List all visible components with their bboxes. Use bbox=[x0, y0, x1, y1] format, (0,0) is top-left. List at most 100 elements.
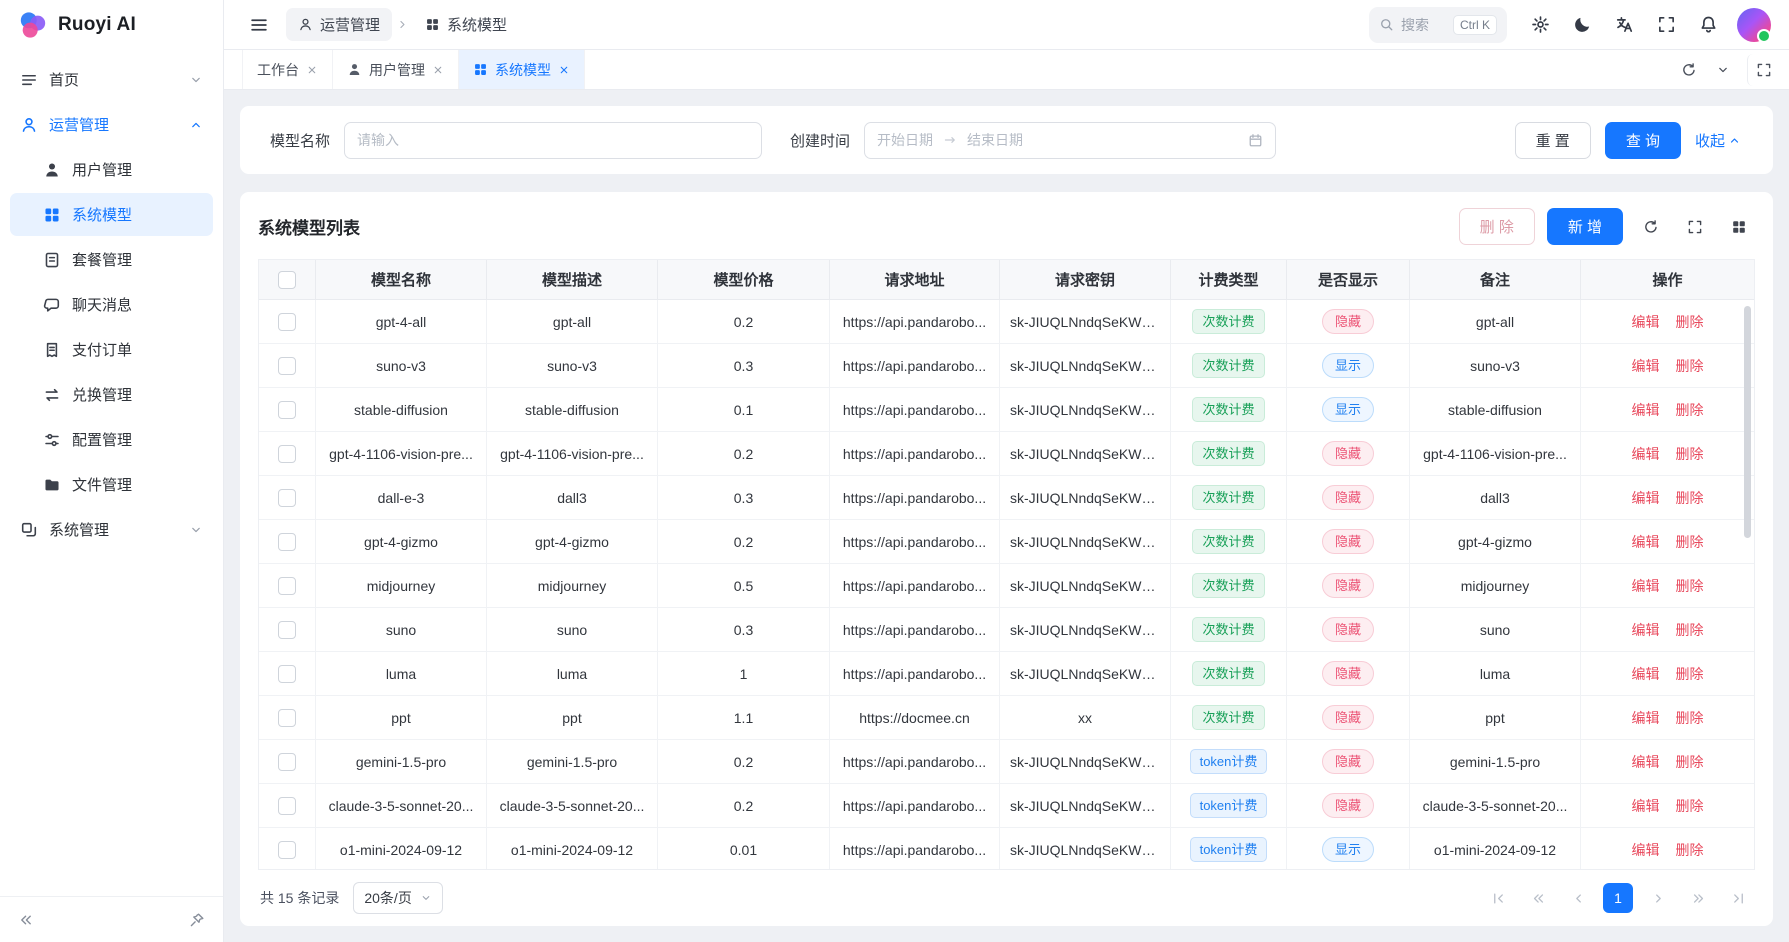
row-checkbox[interactable] bbox=[278, 357, 296, 375]
delete-link[interactable]: 删除 bbox=[1676, 666, 1704, 682]
delete-link[interactable]: 删除 bbox=[1676, 578, 1704, 594]
delete-link[interactable]: 删除 bbox=[1676, 358, 1704, 374]
edit-link[interactable]: 编辑 bbox=[1632, 842, 1660, 858]
global-search[interactable]: 搜索 Ctrl K bbox=[1369, 7, 1507, 43]
table-scrollbar[interactable] bbox=[1744, 306, 1751, 538]
sidebar-item-home[interactable]: 首页 bbox=[10, 58, 213, 101]
tab-user-management[interactable]: 用户管理 bbox=[333, 50, 459, 89]
current-page-button[interactable]: 1 bbox=[1603, 883, 1633, 913]
sidebar-toggle-button[interactable] bbox=[242, 8, 276, 42]
chevron-down-icon bbox=[1716, 63, 1730, 77]
delete-link[interactable]: 删除 bbox=[1676, 842, 1704, 858]
column-settings-button[interactable] bbox=[1723, 211, 1755, 243]
sidebar-item-redeem-management[interactable]: 兑换管理 bbox=[10, 373, 213, 416]
row-checkbox[interactable] bbox=[278, 577, 296, 595]
add-button[interactable]: 新 增 bbox=[1547, 208, 1623, 245]
breadcrumb-item-system-model[interactable]: 系统模型 bbox=[413, 8, 519, 41]
tab-close-icon[interactable] bbox=[558, 64, 570, 76]
tab-workbench[interactable]: 工作台 bbox=[242, 50, 333, 89]
notifications-button[interactable] bbox=[1691, 8, 1725, 42]
sidebar-item-system-management[interactable]: 系统管理 bbox=[10, 508, 213, 551]
sidebar-item-config-management[interactable]: 配置管理 bbox=[10, 418, 213, 461]
user-avatar[interactable] bbox=[1737, 8, 1771, 42]
edit-link[interactable]: 编辑 bbox=[1632, 490, 1660, 506]
package-icon bbox=[43, 251, 61, 269]
content-fullscreen-button[interactable] bbox=[1747, 54, 1779, 86]
brand[interactable]: Ruoyi AI bbox=[0, 0, 223, 50]
edit-link[interactable]: 编辑 bbox=[1632, 402, 1660, 418]
sidebar-item-package-management[interactable]: 套餐管理 bbox=[10, 238, 213, 281]
jump-forward-button[interactable] bbox=[1683, 883, 1713, 913]
delete-link[interactable]: 删除 bbox=[1676, 710, 1704, 726]
date-range-picker[interactable]: 开始日期 结束日期 bbox=[864, 122, 1276, 159]
row-checkbox[interactable] bbox=[278, 445, 296, 463]
row-checkbox[interactable] bbox=[278, 489, 296, 507]
edit-link[interactable]: 编辑 bbox=[1632, 798, 1660, 814]
row-actions-cell: 编辑删除 bbox=[1581, 652, 1754, 696]
sidebar-item-chat-messages[interactable]: 聊天消息 bbox=[10, 283, 213, 326]
row-checkbox[interactable] bbox=[278, 709, 296, 727]
billing-type-tag: 次数计费 bbox=[1192, 485, 1264, 510]
theme-toggle-button[interactable] bbox=[1565, 8, 1599, 42]
delete-link[interactable]: 删除 bbox=[1676, 490, 1704, 506]
row-checkbox[interactable] bbox=[278, 313, 296, 331]
collapse-sidebar-button[interactable] bbox=[12, 906, 40, 934]
column-header: 是否显示 bbox=[1287, 260, 1410, 300]
row-checkbox[interactable] bbox=[278, 665, 296, 683]
select-all-checkbox[interactable] bbox=[278, 271, 296, 289]
delete-link[interactable]: 删除 bbox=[1676, 754, 1704, 770]
tab-close-icon[interactable] bbox=[432, 64, 444, 76]
visibility-cell: 显示 bbox=[1287, 388, 1410, 432]
first-page-button[interactable] bbox=[1483, 883, 1513, 913]
delete-link[interactable]: 删除 bbox=[1676, 622, 1704, 638]
sidebar-item-system-model[interactable]: 系统模型 bbox=[10, 193, 213, 236]
model-name-input[interactable] bbox=[344, 122, 762, 159]
delete-link[interactable]: 删除 bbox=[1676, 534, 1704, 550]
model-name-cell: suno-v3 bbox=[316, 344, 487, 388]
next-page-button[interactable] bbox=[1643, 883, 1673, 913]
prev-page-button[interactable] bbox=[1563, 883, 1593, 913]
delete-link[interactable]: 删除 bbox=[1676, 314, 1704, 330]
row-checkbox[interactable] bbox=[278, 533, 296, 551]
delete-link[interactable]: 删除 bbox=[1676, 446, 1704, 462]
delete-link[interactable]: 删除 bbox=[1676, 798, 1704, 814]
edit-link[interactable]: 编辑 bbox=[1632, 666, 1660, 682]
row-select-cell bbox=[259, 828, 316, 870]
sidebar-item-file-management[interactable]: 文件管理 bbox=[10, 463, 213, 506]
row-checkbox[interactable] bbox=[278, 401, 296, 419]
edit-link[interactable]: 编辑 bbox=[1632, 358, 1660, 374]
reset-button[interactable]: 重 置 bbox=[1515, 122, 1591, 159]
edit-link[interactable]: 编辑 bbox=[1632, 446, 1660, 462]
settings-button[interactable] bbox=[1523, 8, 1557, 42]
tab-system-model[interactable]: 系统模型 bbox=[459, 50, 585, 89]
edit-link[interactable]: 编辑 bbox=[1632, 534, 1660, 550]
row-checkbox[interactable] bbox=[278, 621, 296, 639]
tab-close-icon[interactable] bbox=[306, 64, 318, 76]
row-checkbox[interactable] bbox=[278, 797, 296, 815]
row-checkbox[interactable] bbox=[278, 841, 296, 859]
edit-link[interactable]: 编辑 bbox=[1632, 578, 1660, 594]
sidebar-item-payment-orders[interactable]: 支付订单 bbox=[10, 328, 213, 371]
query-button[interactable]: 查 询 bbox=[1605, 122, 1681, 159]
breadcrumb-item-operations[interactable]: 运营管理 bbox=[286, 8, 392, 41]
edit-link[interactable]: 编辑 bbox=[1632, 710, 1660, 726]
sidebar-item-user-management[interactable]: 用户管理 bbox=[10, 148, 213, 191]
language-button[interactable] bbox=[1607, 8, 1641, 42]
collapse-filter-button[interactable]: 收起 bbox=[1695, 130, 1741, 151]
edit-link[interactable]: 编辑 bbox=[1632, 754, 1660, 770]
table-refresh-button[interactable] bbox=[1635, 211, 1667, 243]
last-page-button[interactable] bbox=[1723, 883, 1753, 913]
edit-link[interactable]: 编辑 bbox=[1632, 314, 1660, 330]
batch-delete-button[interactable]: 删 除 bbox=[1459, 208, 1535, 245]
row-checkbox[interactable] bbox=[278, 753, 296, 771]
tab-options-button[interactable] bbox=[1707, 54, 1739, 86]
delete-link[interactable]: 删除 bbox=[1676, 402, 1704, 418]
fullscreen-button[interactable] bbox=[1649, 8, 1683, 42]
page-size-select[interactable]: 20条/页 bbox=[353, 882, 442, 914]
jump-back-button[interactable] bbox=[1523, 883, 1553, 913]
table-fullscreen-button[interactable] bbox=[1679, 211, 1711, 243]
pin-sidebar-button[interactable] bbox=[183, 906, 211, 934]
edit-link[interactable]: 编辑 bbox=[1632, 622, 1660, 638]
refresh-tab-button[interactable] bbox=[1673, 54, 1705, 86]
sidebar-item-operations[interactable]: 运营管理 bbox=[10, 103, 213, 146]
